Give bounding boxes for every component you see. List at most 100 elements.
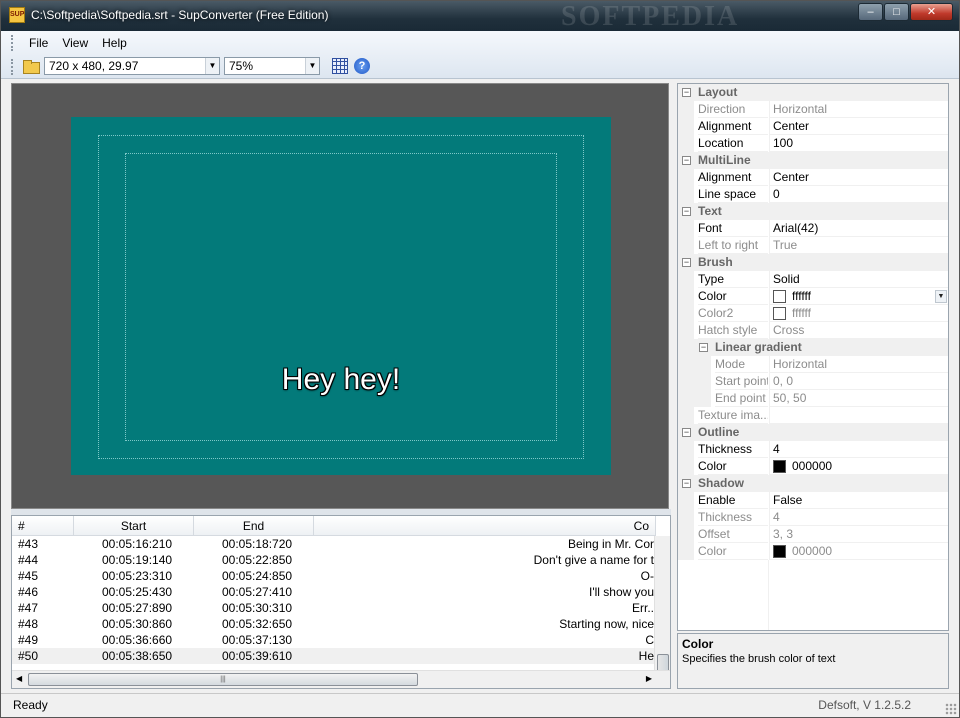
property-value[interactable]: 4 [769, 509, 948, 526]
property-value[interactable]: False [769, 492, 948, 509]
scroll-left-icon[interactable]: ◀ [16, 674, 22, 683]
property-row[interactable]: Texture ima... [678, 407, 948, 424]
toolbar-grip[interactable] [11, 59, 14, 75]
table-row[interactable]: #48 00:05:30:860 00:05:32:650 Starting now,… [12, 616, 656, 632]
property-row[interactable]: Start point 0, 0 [678, 373, 948, 390]
property-name: Alignment [698, 169, 768, 186]
menu-view[interactable]: View [55, 33, 95, 53]
column-header-end[interactable]: End [194, 516, 314, 535]
cell-end: 00:05:27:410 [222, 585, 293, 599]
resize-grip[interactable] [945, 703, 957, 715]
menu-grip[interactable] [11, 35, 14, 51]
property-row[interactable]: Line space 0 [678, 186, 948, 203]
folder-open-icon[interactable] [22, 57, 40, 75]
property-gutter [678, 220, 694, 237]
column-header-start[interactable]: Start [74, 516, 194, 535]
horizontal-scrollbar[interactable]: ◀ ||| ▶ [12, 670, 670, 688]
property-category[interactable]: − Layout [678, 84, 948, 101]
property-value[interactable]: 0, 0 [769, 373, 948, 390]
property-row[interactable]: Location 100 [678, 135, 948, 152]
collapse-icon[interactable]: − [699, 343, 708, 352]
collapse-icon[interactable]: − [682, 428, 691, 437]
grid-icon[interactable] [332, 58, 348, 74]
collapse-icon[interactable]: − [682, 88, 691, 97]
property-row[interactable]: Hatch style Cross [678, 322, 948, 339]
property-value[interactable]: 0 [769, 186, 948, 203]
app-icon[interactable]: SUP [9, 7, 25, 23]
chevron-down-icon[interactable]: ▼ [935, 290, 947, 303]
menu-help[interactable]: Help [95, 33, 134, 53]
cell-end: 00:05:30:310 [222, 601, 293, 615]
property-value[interactable]: ffffff [769, 305, 948, 322]
property-row[interactable]: Alignment Center [678, 118, 948, 135]
property-value[interactable]: 100 [769, 135, 948, 152]
maximize-button[interactable]: □ [884, 3, 909, 21]
property-row[interactable]: Thickness 4 [678, 509, 948, 526]
property-row[interactable]: Color 000000 [678, 543, 948, 560]
property-row[interactable]: Enable False [678, 492, 948, 509]
property-row[interactable]: Color ffffff ▼ [678, 288, 948, 305]
property-gutter [678, 237, 694, 254]
table-row[interactable]: #44 00:05:19:140 00:05:22:850 Don't give a … [12, 552, 656, 568]
property-value[interactable]: Cross [769, 322, 948, 339]
version-label: Defsoft, V 1.2.5.2 [818, 698, 911, 712]
property-category[interactable]: − MultiLine [678, 152, 948, 169]
collapse-icon[interactable]: − [682, 258, 691, 267]
title-bar[interactable]: SUP C:\Softpedia\Softpedia.srt - SupConv… [1, 1, 959, 31]
menu-file[interactable]: File [22, 33, 55, 53]
table-row[interactable]: #49 00:05:36:660 00:05:37:130 C [12, 632, 656, 648]
preview-panel: Hey hey! [11, 83, 669, 509]
property-value[interactable]: 000000 [769, 458, 948, 475]
property-category[interactable]: − Brush [678, 254, 948, 271]
property-row[interactable]: Font Arial(42) [678, 220, 948, 237]
property-value[interactable]: 50, 50 [769, 390, 948, 407]
property-row[interactable]: Left to right True [678, 237, 948, 254]
property-row[interactable]: Thickness 4 [678, 441, 948, 458]
table-row[interactable]: #45 00:05:23:310 00:05:24:850 O- [12, 568, 656, 584]
property-category[interactable]: − Text [678, 203, 948, 220]
property-value[interactable]: Arial(42) [769, 220, 948, 237]
table-row[interactable]: #46 00:05:25:430 00:05:27:410 I'll show you [12, 584, 656, 600]
property-value[interactable]: Center [769, 118, 948, 135]
collapse-icon[interactable]: − [682, 207, 691, 216]
collapse-icon[interactable]: − [682, 156, 691, 165]
property-value[interactable]: 4 [769, 441, 948, 458]
property-category[interactable]: − Linear gradient [678, 339, 948, 356]
zoom-select[interactable]: 75% ▼ [224, 57, 320, 75]
scroll-right-icon[interactable]: ▶ [646, 674, 652, 683]
property-value[interactable]: True [769, 237, 948, 254]
help-icon[interactable]: ? [354, 58, 370, 74]
property-category[interactable]: − Outline [678, 424, 948, 441]
chevron-down-icon[interactable]: ▼ [205, 58, 219, 74]
property-row[interactable]: Color2 ffffff [678, 305, 948, 322]
property-value[interactable]: Center [769, 169, 948, 186]
property-value[interactable]: ffffff ▼ [769, 288, 948, 305]
column-header-content[interactable]: Co [314, 516, 656, 535]
scroll-thumb[interactable]: ||| [28, 673, 418, 686]
property-row[interactable]: End point 50, 50 [678, 390, 948, 407]
property-row[interactable]: Type Solid [678, 271, 948, 288]
table-row[interactable]: #47 00:05:27:890 00:05:30:310 Err.. [12, 600, 656, 616]
chevron-down-icon[interactable]: ▼ [305, 58, 319, 74]
column-header-number[interactable]: # [12, 516, 74, 535]
property-row[interactable]: Offset 3, 3 [678, 526, 948, 543]
property-value[interactable]: 3, 3 [769, 526, 948, 543]
subtitle-canvas[interactable]: Hey hey! [71, 117, 611, 475]
table-row[interactable]: #50 00:05:38:650 00:05:39:610 He [12, 648, 656, 664]
property-row[interactable]: Color 000000 [678, 458, 948, 475]
property-value[interactable]: Horizontal [769, 101, 948, 118]
property-category[interactable]: − Shadow [678, 475, 948, 492]
minimize-button[interactable]: – [858, 3, 883, 21]
property-value[interactable]: Solid [769, 271, 948, 288]
property-row[interactable]: Mode Horizontal [678, 356, 948, 373]
resolution-select[interactable]: 720 x 480, 29.97 ▼ [44, 57, 220, 75]
collapse-icon[interactable]: − [682, 479, 691, 488]
property-value[interactable]: 000000 [769, 543, 948, 560]
property-value[interactable] [769, 407, 948, 424]
table-row[interactable]: #43 00:05:16:210 00:05:18:720 Being in Mr. … [12, 536, 656, 552]
property-row[interactable]: Direction Horizontal [678, 101, 948, 118]
property-row[interactable]: Alignment Center [678, 169, 948, 186]
vertical-scrollbar[interactable]: ▼ [654, 536, 670, 688]
close-button[interactable]: ✕ [910, 3, 953, 21]
property-value[interactable]: Horizontal [769, 356, 948, 373]
